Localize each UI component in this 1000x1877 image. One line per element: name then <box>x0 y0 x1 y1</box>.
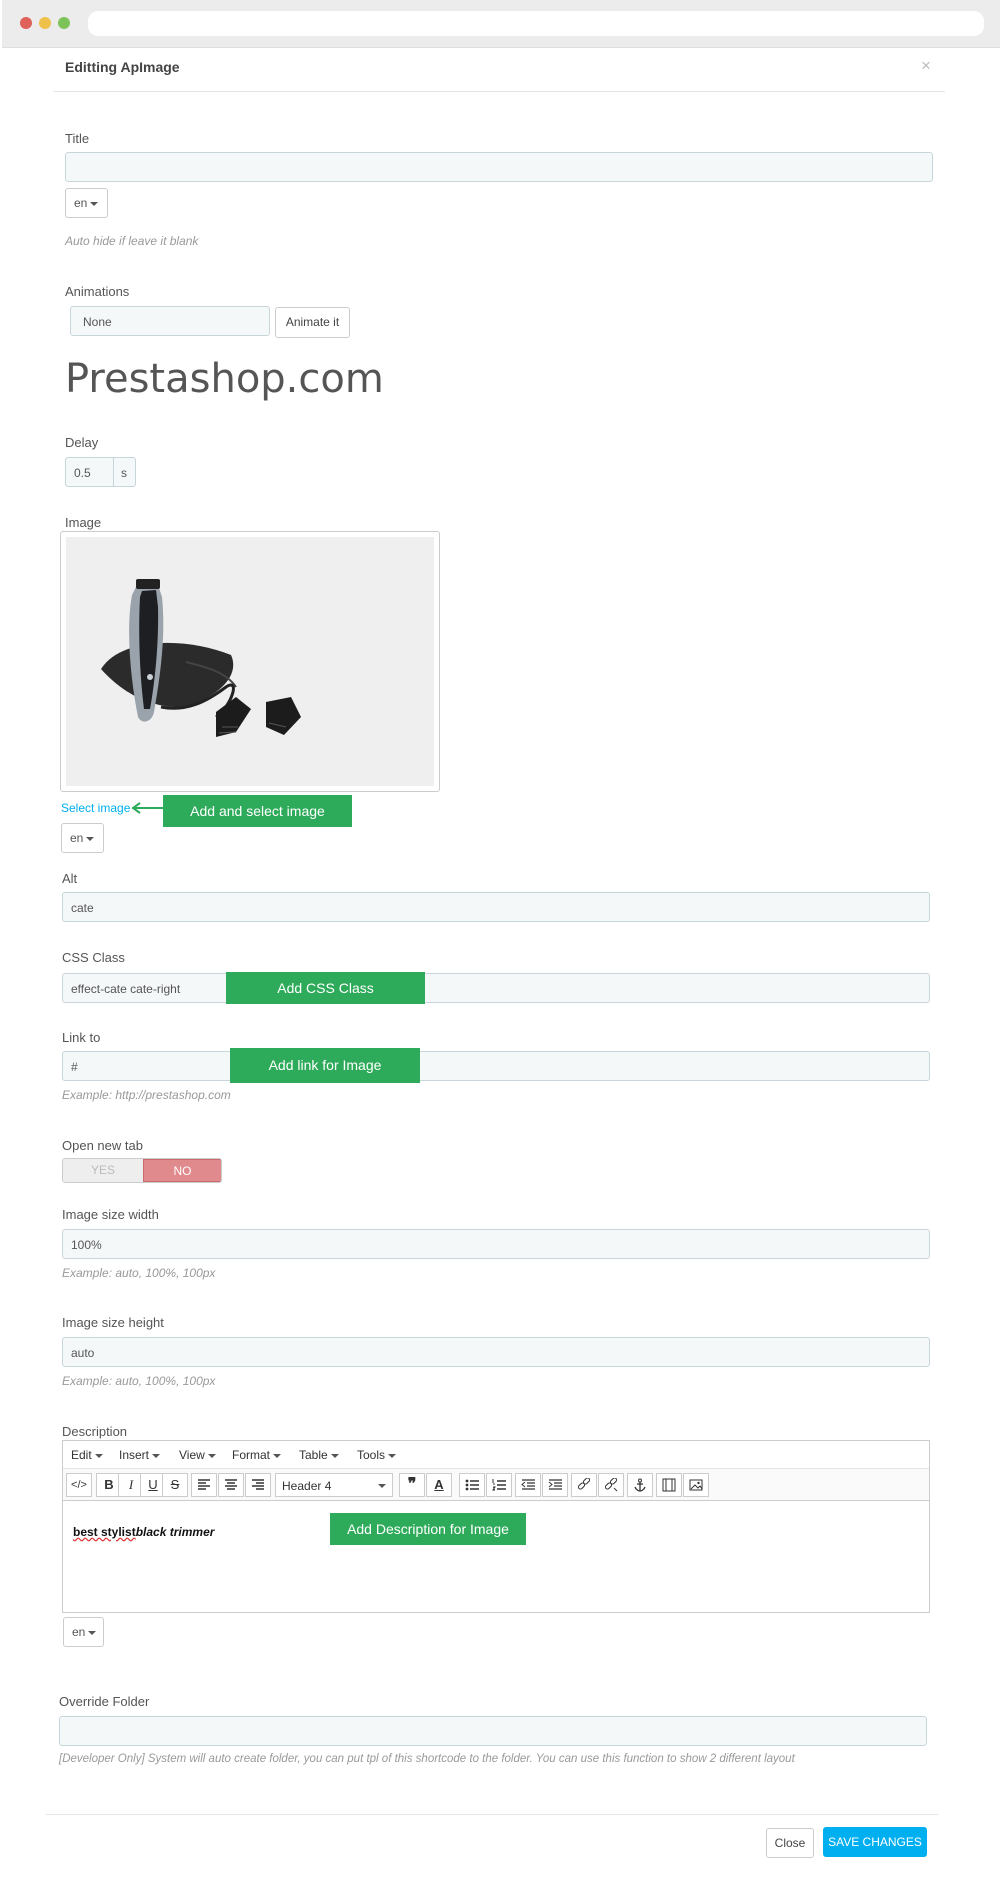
chevron-down-icon <box>378 1484 386 1488</box>
arrow-left-icon <box>131 802 164 814</box>
override-folder-help-text: [Developer Only] System will auto create… <box>59 1753 795 1765</box>
menu-table[interactable]: Table <box>299 1448 339 1462</box>
animation-preview-text: Prestashop.com <box>65 356 384 402</box>
alt-input[interactable]: cate <box>62 892 930 922</box>
chevron-down-icon <box>330 1453 339 1458</box>
chevron-down-icon <box>88 1630 97 1635</box>
close-icon[interactable]: × <box>921 56 931 76</box>
description-language-value: en <box>72 1625 86 1639</box>
description-label: Description <box>62 1424 128 1439</box>
editor-toolbar: </> B I U S Header 4 ❞ A <box>63 1469 929 1501</box>
numbered-list-icon[interactable] <box>486 1473 512 1497</box>
open-new-tab-label: Open new tab <box>62 1138 143 1153</box>
image-preview-frame <box>60 531 440 792</box>
title-help-text: Auto hide if leave it blank <box>65 234 199 248</box>
close-button[interactable]: Close <box>766 1828 814 1858</box>
delay-input[interactable]: 0.5 <box>65 457 114 487</box>
delay-unit-addon: s <box>113 457 136 487</box>
menu-insert[interactable]: Insert <box>119 1448 161 1462</box>
source-code-icon[interactable]: </> <box>66 1473 92 1497</box>
description-language-dropdown[interactable]: en <box>63 1617 104 1647</box>
link-help-text: Example: http://prestashop.com <box>62 1088 231 1102</box>
title-language-dropdown[interactable]: en <box>65 188 108 218</box>
trimmer-product-image <box>66 537 434 786</box>
title-input[interactable] <box>65 152 933 182</box>
annotation-description: Add Description for Image <box>330 1513 526 1545</box>
window-maximize-dot[interactable] <box>58 17 70 29</box>
menu-edit[interactable]: Edit <box>71 1448 103 1462</box>
footer-divider <box>46 1814 938 1815</box>
block-format-select[interactable]: Header 4 <box>275 1473 393 1497</box>
editor-menubar: Edit Insert View Format Table Tools <box>63 1441 929 1469</box>
media-icon[interactable] <box>656 1473 682 1497</box>
anchor-icon[interactable] <box>627 1473 653 1497</box>
chevron-down-icon <box>86 836 95 841</box>
image-icon[interactable] <box>683 1473 709 1497</box>
animate-it-button[interactable]: Animate it <box>275 307 350 338</box>
select-image-link[interactable]: Select image <box>61 801 130 815</box>
annotation-link: Add link for Image <box>230 1048 420 1083</box>
align-center-icon[interactable] <box>218 1473 244 1497</box>
chevron-down-icon <box>90 201 99 206</box>
alt-label: Alt <box>62 871 78 886</box>
header-divider <box>53 91 945 92</box>
align-right-icon[interactable] <box>245 1473 271 1497</box>
window-close-dot[interactable] <box>20 17 32 29</box>
animation-select[interactable]: None <box>70 306 270 336</box>
browser-titlebar <box>2 0 1000 48</box>
chevron-down-icon <box>152 1453 161 1458</box>
align-left-icon[interactable] <box>191 1473 217 1497</box>
chevron-down-icon <box>273 1453 282 1458</box>
css-class-label: CSS Class <box>62 950 125 965</box>
strikethrough-icon[interactable]: S <box>162 1473 188 1497</box>
override-folder-label: Override Folder <box>59 1694 150 1709</box>
image-width-label: Image size width <box>62 1207 159 1222</box>
window-minimize-dot[interactable] <box>39 17 51 29</box>
image-width-help-text: Example: auto, 100%, 100px <box>62 1266 216 1280</box>
image-height-label: Image size height <box>62 1315 164 1330</box>
image-language-value: en <box>70 831 84 845</box>
image-width-input[interactable]: 100% <box>62 1229 930 1259</box>
delay-label: Delay <box>65 435 99 450</box>
animations-label: Animations <box>65 284 130 299</box>
save-changes-button[interactable]: SAVE CHANGES <box>823 1827 927 1857</box>
annotation-select-image: Add and select image <box>163 795 352 827</box>
switch-no-option[interactable]: NO <box>143 1159 221 1182</box>
chevron-down-icon <box>388 1453 397 1458</box>
menu-view[interactable]: View <box>179 1448 216 1462</box>
switch-yes-option[interactable]: YES <box>63 1159 143 1182</box>
indent-icon[interactable] <box>542 1473 568 1497</box>
title-language-value: en <box>74 196 88 210</box>
unlink-icon[interactable] <box>598 1473 624 1497</box>
image-label: Image <box>65 515 102 530</box>
editor-content[interactable]: best stylistblack trimmer <box>73 1525 214 1539</box>
open-new-tab-switch[interactable]: YES NO <box>62 1158 222 1183</box>
address-bar[interactable] <box>88 11 984 36</box>
link-to-label: Link to <box>62 1030 101 1045</box>
image-height-help-text: Example: auto, 100%, 100px <box>62 1374 216 1388</box>
link-to-input[interactable]: # <box>62 1051 930 1081</box>
chevron-down-icon <box>207 1453 216 1458</box>
title-label: Title <box>65 131 90 146</box>
modal-title: Editting ApImage <box>65 59 180 75</box>
link-icon[interactable] <box>571 1473 597 1497</box>
menu-format[interactable]: Format <box>232 1448 282 1462</box>
menu-tools[interactable]: Tools <box>357 1448 397 1462</box>
chevron-down-icon <box>94 1453 103 1458</box>
override-folder-input[interactable] <box>59 1716 927 1746</box>
css-class-input[interactable]: effect-cate cate-right <box>62 973 930 1003</box>
image-height-input[interactable]: auto <box>62 1337 930 1367</box>
image-language-dropdown[interactable]: en <box>61 823 104 853</box>
blockquote-icon[interactable]: ❞ <box>399 1473 425 1497</box>
block-format-value: Header 4 <box>282 1479 332 1493</box>
text-color-icon[interactable]: A <box>426 1473 452 1497</box>
outdent-icon[interactable] <box>515 1473 541 1497</box>
annotation-css-class: Add CSS Class <box>226 972 425 1004</box>
bullet-list-icon[interactable] <box>459 1473 485 1497</box>
